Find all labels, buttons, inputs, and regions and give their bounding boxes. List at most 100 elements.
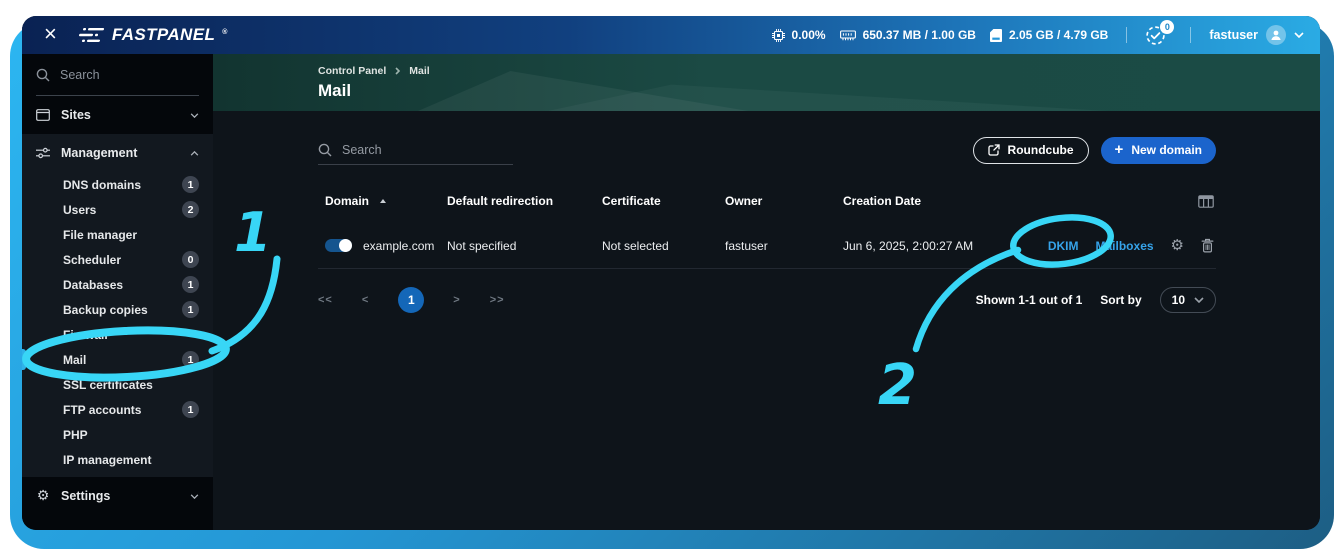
sidebar-item-dns-domains[interactable]: DNS domains1 bbox=[22, 172, 213, 197]
chevron-down-icon bbox=[1294, 32, 1304, 38]
sidebar-item-label: Mail bbox=[63, 353, 86, 367]
sidebar-item-label: FTP accounts bbox=[63, 403, 141, 417]
ram-icon bbox=[840, 30, 856, 41]
toggle-knob bbox=[339, 239, 352, 252]
chevron-down-icon bbox=[190, 494, 199, 499]
column-settings-icon[interactable] bbox=[1198, 195, 1214, 208]
pagination-first[interactable]: << bbox=[318, 294, 333, 306]
count-badge: 1 bbox=[182, 401, 199, 418]
sidebar-item-label: Management bbox=[61, 146, 137, 160]
table-search-input[interactable] bbox=[342, 143, 492, 157]
button-label: Roundcube bbox=[1008, 143, 1074, 157]
search-icon bbox=[36, 68, 50, 82]
cell-owner: fastuser bbox=[725, 239, 843, 253]
cell-creation-date: Jun 6, 2025, 2:00:27 AM bbox=[843, 239, 1043, 253]
main-area: Control Panel Mail Mail bbox=[213, 54, 1320, 530]
table-row: example.com Not specified Not selected f… bbox=[318, 223, 1216, 269]
table-header: Domain Default redirection Certificate O… bbox=[318, 179, 1216, 223]
page-size-value: 10 bbox=[1172, 293, 1185, 307]
mailboxes-link[interactable]: Mailboxes bbox=[1096, 239, 1154, 253]
logo-text: FASTPANEL bbox=[112, 25, 215, 45]
sidebar-item-label: Sites bbox=[61, 108, 91, 122]
column-header-domain[interactable]: Domain bbox=[318, 194, 447, 208]
sidebar-item-settings[interactable]: ⚙ Settings bbox=[22, 477, 213, 515]
sidebar-item-label: Users bbox=[63, 203, 96, 217]
column-header-certificate[interactable]: Certificate bbox=[602, 194, 725, 208]
column-header-owner[interactable]: Owner bbox=[725, 194, 843, 208]
page-background: × FASTPANEL ® bbox=[0, 0, 1340, 551]
sort-ascending-icon bbox=[380, 199, 386, 203]
count-badge: 2 bbox=[182, 201, 199, 218]
shown-count: Shown 1-1 out of 1 bbox=[976, 293, 1083, 307]
breadcrumb-control-panel[interactable]: Control Panel bbox=[318, 65, 386, 77]
pagination-page-1[interactable]: 1 bbox=[398, 287, 424, 313]
roundcube-button[interactable]: Roundcube bbox=[973, 137, 1089, 164]
sidebar-item-php[interactable]: PHP bbox=[22, 422, 213, 447]
memory-value: 650.37 MB / 1.00 GB bbox=[863, 28, 976, 42]
sidebar-item-scheduler[interactable]: Scheduler0 bbox=[22, 247, 213, 272]
avatar bbox=[1266, 25, 1286, 45]
pagination-prev[interactable]: < bbox=[362, 294, 369, 306]
disk-value: 2.05 GB / 4.79 GB bbox=[1009, 28, 1108, 42]
chevron-right-icon bbox=[394, 67, 401, 75]
user-menu[interactable]: fastuser bbox=[1209, 25, 1304, 45]
sidebar-item-backup-copies[interactable]: Backup copies1 bbox=[22, 297, 213, 322]
plus-icon: + bbox=[1115, 142, 1124, 157]
logo-registered-mark: ® bbox=[222, 29, 227, 36]
sidebar-item-users[interactable]: Users 2 bbox=[22, 197, 213, 222]
column-label: Domain bbox=[325, 194, 369, 208]
page-title: Mail bbox=[318, 81, 1320, 101]
button-label: New domain bbox=[1131, 143, 1202, 157]
sidebar-item-firewall[interactable]: Firewall bbox=[22, 322, 213, 347]
dkim-link[interactable]: DKIM bbox=[1048, 239, 1079, 253]
delete-icon[interactable] bbox=[1201, 238, 1214, 253]
sidebar-item-label: Firewall bbox=[63, 328, 108, 342]
pagination-next[interactable]: > bbox=[453, 294, 460, 306]
sidebar-item-label: IP management bbox=[63, 453, 151, 467]
sidebar-item-label: Backup copies bbox=[63, 303, 148, 317]
sidebar-item-label: Databases bbox=[63, 278, 123, 292]
sidebar-search-input[interactable] bbox=[60, 68, 170, 82]
sidebar-item-label: PHP bbox=[63, 428, 88, 442]
page-size-select[interactable]: 10 bbox=[1160, 287, 1216, 313]
sidebar-item-ip-management[interactable]: IP management bbox=[22, 447, 213, 472]
topbar-divider bbox=[1126, 27, 1127, 43]
fastpanel-logo[interactable]: FASTPANEL ® bbox=[79, 25, 228, 45]
content: Roundcube + New domain Domain Default re… bbox=[213, 111, 1320, 530]
sidebar-management-group: Management DNS domains1 Users 2 File mana… bbox=[22, 134, 213, 477]
sidebar-item-ssl-certificates[interactable]: SSL certificates bbox=[22, 372, 213, 397]
top-bar: × FASTPANEL ® bbox=[22, 16, 1320, 54]
domain-settings-icon[interactable]: ⚙ bbox=[1171, 238, 1184, 253]
close-icon[interactable]: × bbox=[44, 23, 57, 45]
column-header-creation-date[interactable]: Creation Date bbox=[843, 194, 1043, 208]
gear-icon: ⚙ bbox=[36, 489, 50, 503]
sidebar-item-file-manager[interactable]: File manager bbox=[22, 222, 213, 247]
column-header-default-redirection[interactable]: Default redirection bbox=[447, 194, 602, 208]
breadcrumb-current: Mail bbox=[409, 65, 429, 77]
search-icon bbox=[318, 143, 332, 157]
new-domain-button[interactable]: + New domain bbox=[1101, 137, 1216, 164]
sidebar-item-management[interactable]: Management bbox=[22, 134, 213, 172]
sidebar-item-sites[interactable]: Sites bbox=[22, 96, 213, 134]
tasks-badge: 0 bbox=[1160, 20, 1174, 34]
resource-stats: 0.00% 650.37 MB / 1.00 GB 2.05 GB / bbox=[772, 25, 1304, 46]
toolbar: Roundcube + New domain bbox=[318, 135, 1216, 165]
sort-by-label: Sort by bbox=[1100, 293, 1141, 307]
chevron-down-icon bbox=[1194, 297, 1204, 303]
pagination-last[interactable]: >> bbox=[490, 294, 505, 306]
sidebar-item-ftp-accounts[interactable]: FTP accounts 1 bbox=[22, 397, 213, 422]
cell-domain: example.com bbox=[363, 239, 434, 253]
sidebar-item-mail[interactable]: Mail 1 bbox=[22, 347, 213, 372]
count-badge: 1 bbox=[182, 351, 199, 368]
tasks-indicator[interactable]: 0 bbox=[1145, 25, 1166, 46]
domain-enabled-toggle[interactable] bbox=[325, 239, 352, 252]
sidebar-item-label: File manager bbox=[63, 228, 137, 242]
management-icon bbox=[36, 147, 50, 159]
page-banner: Control Panel Mail Mail bbox=[213, 54, 1320, 111]
sidebar-item-databases[interactable]: Databases1 bbox=[22, 272, 213, 297]
external-link-icon bbox=[988, 144, 1000, 156]
disk-stat: 2.05 GB / 4.79 GB bbox=[990, 28, 1108, 42]
breadcrumb: Control Panel Mail bbox=[318, 65, 1320, 77]
active-indicator bbox=[22, 349, 26, 370]
chevron-down-icon bbox=[190, 113, 199, 118]
